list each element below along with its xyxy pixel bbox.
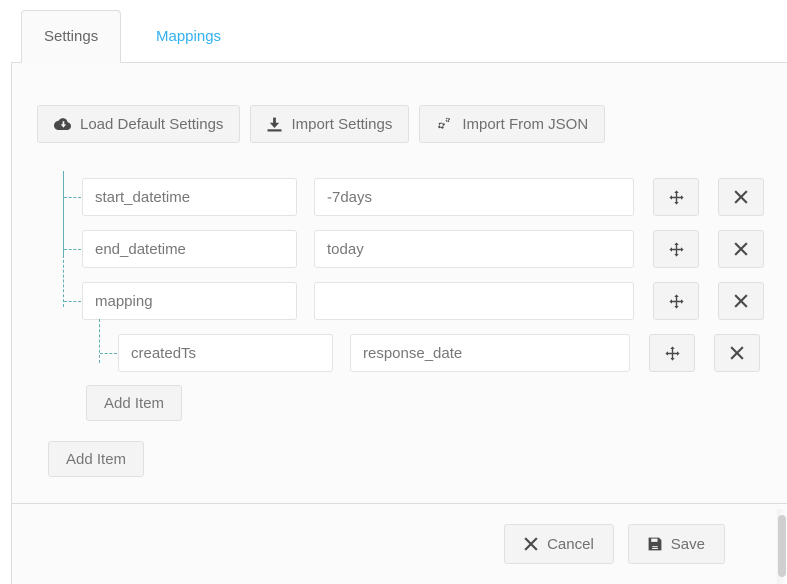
tab-settings[interactable]: Settings xyxy=(21,10,122,63)
row-key-input[interactable] xyxy=(118,334,333,372)
row-move-handle[interactable] xyxy=(653,282,699,320)
settings-editor-window: Settings Mappings Load Default Settings xyxy=(0,0,787,584)
tab-settings-label: Settings xyxy=(44,28,99,45)
import-from-json-label: Import From JSON xyxy=(462,115,589,133)
row-delete-button[interactable] xyxy=(714,334,760,372)
vertical-scrollbar-thumb[interactable] xyxy=(778,515,786,577)
nested-row-group: Add Item xyxy=(12,319,787,421)
cancel-button[interactable]: Cancel xyxy=(504,524,614,564)
dialog-footer: Cancel Save xyxy=(11,503,787,584)
cogs-icon xyxy=(436,116,453,132)
table-row xyxy=(12,327,787,379)
row-move-handle[interactable] xyxy=(649,334,695,372)
arrows-move-icon xyxy=(664,345,680,361)
add-item-root-button[interactable]: Add Item xyxy=(48,441,145,477)
row-key-input[interactable] xyxy=(82,230,297,268)
row-value-input[interactable] xyxy=(314,230,634,268)
tree-elbow xyxy=(64,249,81,250)
save-label: Save xyxy=(670,535,705,553)
row-key-input[interactable] xyxy=(82,178,297,216)
load-default-settings-label: Load Default Settings xyxy=(80,115,224,133)
row-move-handle[interactable] xyxy=(653,178,699,216)
add-item-nested-button[interactable]: Add Item xyxy=(86,385,183,421)
table-row xyxy=(12,275,787,327)
table-row xyxy=(12,171,787,223)
arrows-move-icon xyxy=(668,293,684,309)
settings-panel: Load Default Settings Import Settings Im… xyxy=(11,63,787,503)
download-icon xyxy=(267,117,282,132)
row-value-input[interactable] xyxy=(314,178,634,216)
root-row-group: Add Item xyxy=(12,171,787,421)
row-key-input[interactable] xyxy=(82,282,297,320)
footer-actions: Cancel Save xyxy=(504,524,725,564)
floppy-save-icon xyxy=(648,537,662,551)
import-settings-button[interactable]: Import Settings xyxy=(250,105,410,143)
tab-mappings[interactable]: Mappings xyxy=(133,10,244,63)
row-value-input[interactable] xyxy=(350,334,630,372)
arrows-move-icon xyxy=(668,241,684,257)
settings-toolbar: Load Default Settings Import Settings Im… xyxy=(37,105,606,143)
table-row xyxy=(12,223,787,275)
tree-elbow xyxy=(64,301,81,302)
tab-mappings-label: Mappings xyxy=(156,28,222,45)
load-default-settings-button[interactable]: Load Default Settings xyxy=(37,105,241,143)
times-icon xyxy=(730,346,744,360)
root-add-item-row: Add Item xyxy=(12,421,787,477)
cloud-download-icon xyxy=(54,117,71,131)
times-icon xyxy=(734,294,748,308)
row-move-handle[interactable] xyxy=(653,230,699,268)
row-delete-button[interactable] xyxy=(718,282,764,320)
row-value-input[interactable] xyxy=(314,282,634,320)
save-button[interactable]: Save xyxy=(627,524,725,564)
times-icon xyxy=(734,190,748,204)
row-delete-button[interactable] xyxy=(718,178,764,216)
tab-bar: Settings Mappings xyxy=(11,10,787,63)
row-delete-button[interactable] xyxy=(718,230,764,268)
times-icon xyxy=(524,537,538,551)
arrows-move-icon xyxy=(668,189,684,205)
cancel-label: Cancel xyxy=(547,535,594,553)
import-from-json-button[interactable]: Import From JSON xyxy=(419,105,606,143)
import-settings-label: Import Settings xyxy=(291,115,393,133)
times-icon xyxy=(734,242,748,256)
nested-add-item-row: Add Item xyxy=(12,379,787,421)
tree-elbow xyxy=(64,197,81,198)
settings-tree: Add Item Add Item xyxy=(12,171,787,477)
tree-elbow xyxy=(100,353,117,354)
